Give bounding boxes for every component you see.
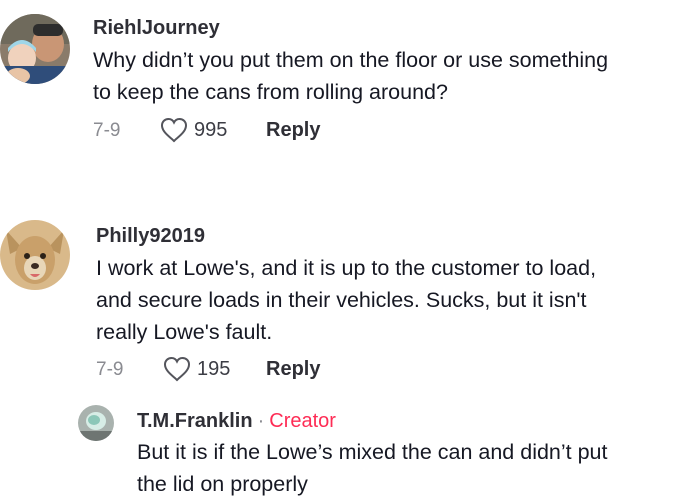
reply-username: T.M.Franklin · Creator (137, 410, 336, 433)
comment-text-line: I work at Lowe's, and it is up to the cu… (96, 256, 597, 280)
comment-date: 7-9 (96, 359, 124, 380)
heart-outline-icon (163, 356, 197, 382)
avatar[interactable] (0, 14, 70, 84)
reply-text-line: the lid on properly (137, 472, 308, 496)
reply-text: But it is if the Lowe’s mixed the can an… (137, 436, 700, 500)
creator-badge: Creator (269, 410, 336, 432)
comment-text-line: to keep the cans from rolling around? (93, 80, 448, 104)
like-button[interactable]: 195 (163, 356, 230, 382)
heart-outline-icon (160, 117, 194, 143)
like-button[interactable]: 995 (160, 117, 227, 143)
comment-username[interactable]: Philly92019 (96, 225, 205, 248)
reply-text-line: But it is if the Lowe’s mixed the can an… (137, 440, 608, 464)
comment-text-line: Why didn’t you put them on the floor or … (93, 48, 609, 72)
separator-dot: · (257, 410, 265, 432)
comment-text-line: and secure loads in their vehicles. Suck… (96, 288, 587, 312)
reply-button[interactable]: Reply (266, 358, 320, 381)
comment-date: 7-9 (93, 120, 121, 141)
like-count: 995 (194, 118, 228, 141)
comment-username[interactable]: RiehlJourney (93, 17, 220, 40)
comment-text-line: really Lowe's fault. (96, 320, 273, 344)
avatar[interactable] (0, 220, 70, 290)
reply-author-name[interactable]: T.M.Franklin (137, 410, 253, 432)
avatar[interactable] (78, 405, 114, 441)
like-count: 195 (197, 357, 231, 380)
reply-button[interactable]: Reply (266, 119, 320, 142)
comment-text: Why didn’t you put them on the floor or … (93, 44, 693, 108)
comment-text: I work at Lowe's, and it is up to the cu… (96, 252, 696, 348)
